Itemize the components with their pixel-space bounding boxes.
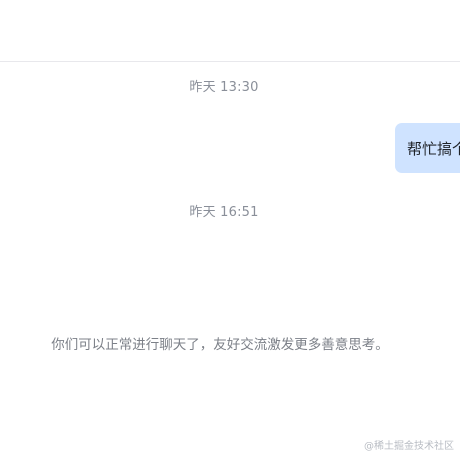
outgoing-message-bubble[interactable]: 帮忙搞个 (395, 123, 460, 173)
message-timestamp: 昨天 13:30 (189, 80, 259, 95)
chat-window: 昨天 13:30 帮忙搞个 昨天 16:51 你们可以正常进行聊天了，友好交流激… (0, 0, 460, 460)
chat-header (0, 0, 460, 61)
header-divider (0, 61, 460, 62)
system-notice: 你们可以正常进行聊天了，友好交流激发更多善意思考。 (51, 337, 389, 353)
outgoing-message-text: 帮忙搞个 (407, 139, 460, 158)
message-timestamp: 昨天 16:51 (189, 205, 259, 220)
watermark: @稀土掘金技术社区 (364, 441, 454, 452)
